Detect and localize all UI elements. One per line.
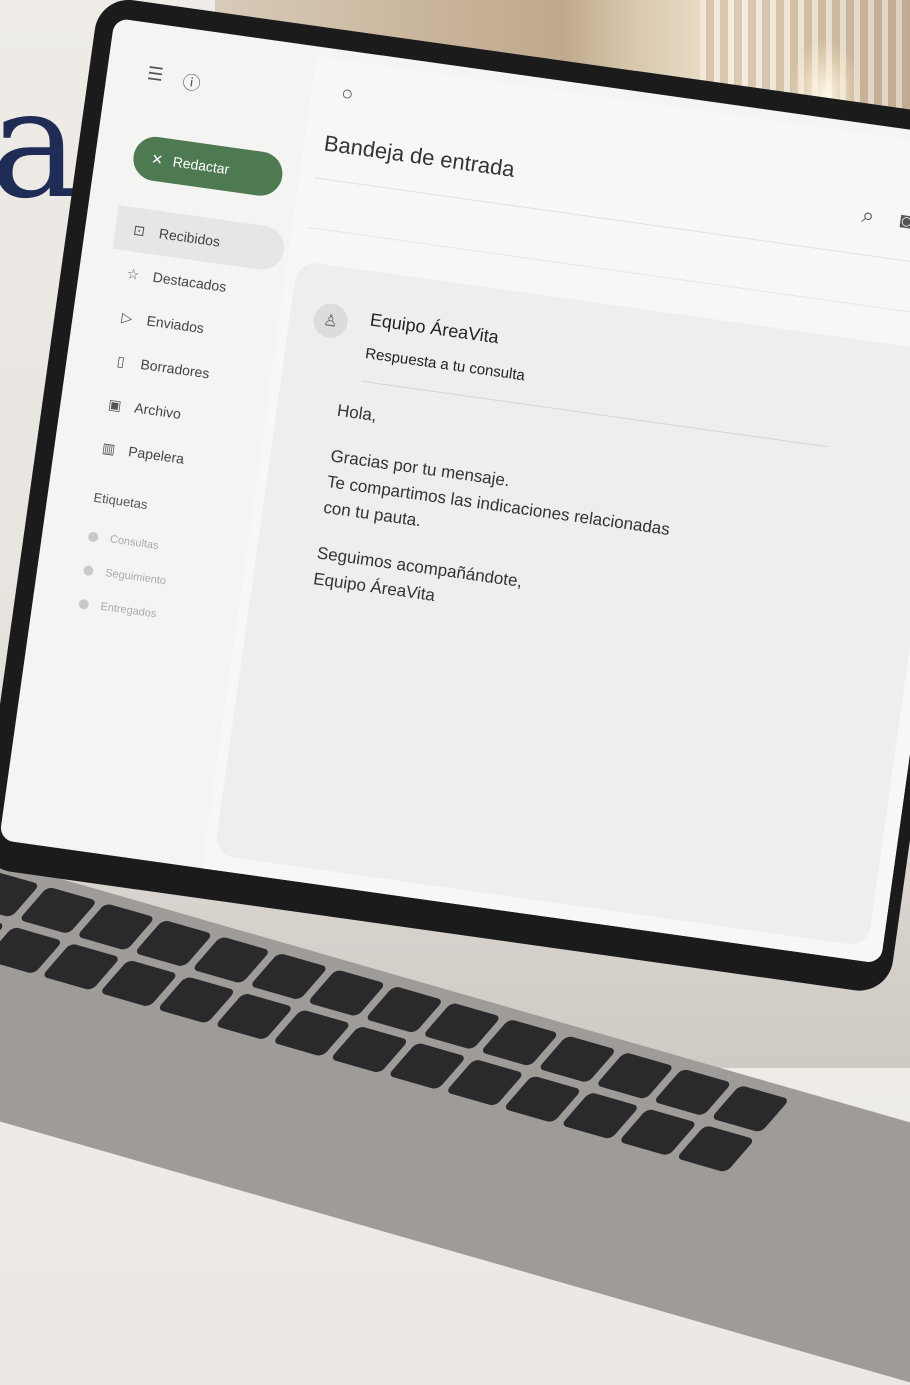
sidebar-item-label: Archivo — [133, 399, 182, 422]
menu-icon[interactable]: ☰ — [145, 63, 165, 91]
info-icon[interactable]: ⓘ — [181, 68, 202, 96]
message-sender: Equipo ÁreaVita — [368, 309, 501, 348]
select-circle-icon[interactable]: ○ — [340, 82, 355, 106]
laptop-screen: ☰ ⓘ ✕ Redactar ⊡ Recibidos ☆ Destacados … — [0, 17, 910, 964]
labels-title: Etiquetas — [92, 489, 149, 513]
label-dot-icon — [87, 531, 99, 543]
compose-label: Redactar — [171, 153, 231, 178]
star-icon: ☆ — [125, 264, 141, 283]
label-name: Entregados — [99, 600, 158, 621]
draft-icon: ▯ — [116, 352, 126, 370]
camera-icon[interactable]: ◙ — [898, 207, 910, 235]
inbox-icon: ⊡ — [132, 221, 147, 239]
label-name: Seguimiento — [104, 567, 167, 588]
sidebar-item-label: Borradores — [139, 355, 211, 382]
trash-icon: ▥ — [101, 438, 117, 457]
sidebar-top-icons: ☰ ⓘ — [145, 63, 202, 96]
message-card: ♙ Equipo ÁreaVita Respuesta a tu consult… — [214, 260, 910, 947]
page-title: Bandeja de entrada — [322, 130, 517, 182]
person-icon: ♙ — [322, 311, 339, 331]
sidebar-nav: ⊡ Recibidos ☆ Destacados ▷ Enviados ▯ Bo… — [82, 205, 287, 490]
sidebar-item-label: Enviados — [145, 312, 206, 337]
avatar: ♙ — [311, 301, 350, 341]
label-name: Consultas — [109, 533, 160, 553]
sidebar-item-label: Papelera — [127, 443, 186, 467]
message-subject: Respuesta a tu consulta — [364, 345, 526, 385]
message-body: Hola, Gracias por tu mensaje. Te compart… — [309, 398, 894, 690]
divider — [314, 177, 910, 273]
archive-icon: ▣ — [107, 395, 123, 414]
toolbar-actions: ⌕ ◙ ⚇ — [860, 202, 910, 241]
main-panel: ○ Bandeja de entrada ⌕ ◙ ⚇ + ♙ Equipo Ár… — [202, 56, 910, 964]
label-dot-icon — [82, 564, 95, 577]
sidebar-item-label: Destacados — [151, 268, 228, 295]
laptop: ☰ ⓘ ✕ Redactar ⊡ Recibidos ☆ Destacados … — [0, 0, 910, 1117]
label-dot-icon — [78, 598, 90, 610]
sidebar-item-label: Recibidos — [158, 225, 222, 250]
search-icon[interactable]: ⌕ — [860, 202, 876, 229]
pencil-icon: ✕ — [150, 149, 165, 168]
labels-list: Consultas Seguimiento Entregados — [76, 519, 173, 632]
send-icon: ▷ — [120, 308, 134, 326]
compose-button[interactable]: ✕ Redactar — [130, 134, 286, 199]
